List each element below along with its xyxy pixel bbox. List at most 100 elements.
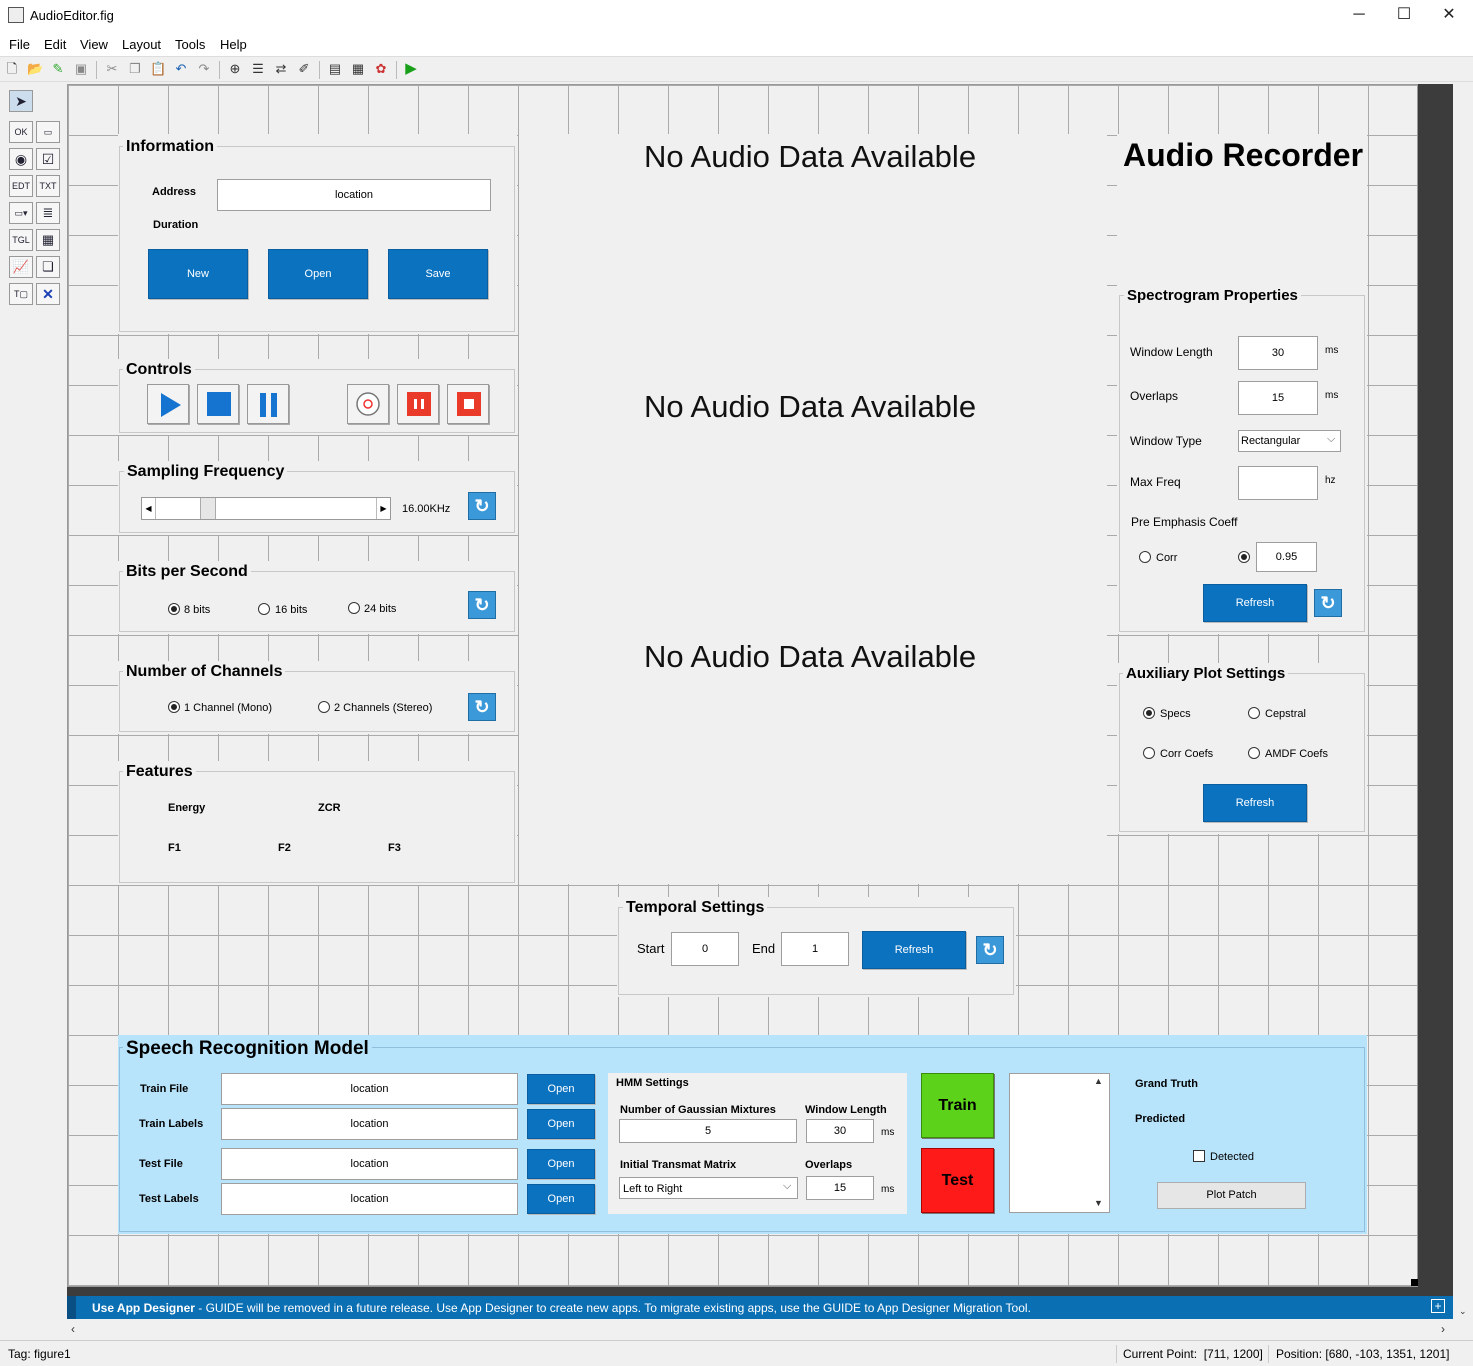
menu-editor-icon[interactable]: ☰ (250, 61, 266, 77)
test-file-field[interactable]: location (221, 1148, 518, 1180)
copy-icon[interactable]: ❐ (127, 61, 143, 77)
train-labels-open-button[interactable]: Open (527, 1109, 595, 1139)
resize-handle[interactable] (1411, 1279, 1418, 1286)
train-file-open-button[interactable]: Open (527, 1074, 595, 1104)
auxiliary-refresh-button[interactable]: Refresh (1203, 784, 1307, 822)
corr-radio[interactable] (1139, 551, 1151, 563)
window-length-field[interactable]: 30 (1238, 336, 1318, 370)
coeff-radio[interactable] (1238, 551, 1250, 563)
scroll-left-arrow-icon[interactable]: ‹ (71, 1322, 75, 1336)
activex-tool-icon[interactable]: ✕ (36, 283, 60, 305)
static-text-tool-icon[interactable]: TXT (36, 175, 60, 197)
slider-tool-icon[interactable]: ▭ (36, 121, 60, 143)
open-folder-icon[interactable]: 📂 (27, 61, 43, 77)
record-button[interactable] (347, 384, 389, 424)
redo-icon[interactable]: ↷ (196, 61, 212, 77)
coeff-field[interactable]: 0.95 (1256, 542, 1317, 572)
banner-bold-text[interactable]: Use App Designer (92, 1301, 195, 1315)
maximize-button[interactable]: ☐ (1381, 0, 1427, 30)
hmm-overlaps-field[interactable]: 15 (806, 1176, 874, 1200)
spectrogram-reset-button[interactable]: ↻ (1314, 589, 1342, 617)
slider-right-arrow-icon[interactable]: ▶ (376, 498, 390, 519)
listbox-tool-icon[interactable]: ≣ (36, 202, 60, 224)
panel-tool-icon[interactable]: ❏ (36, 256, 60, 278)
bits-16-radio[interactable] (258, 603, 270, 615)
new-figure-icon[interactable]: 🗋 (4, 61, 20, 77)
plot-patch-button[interactable]: Plot Patch (1157, 1182, 1306, 1209)
property-inspector-icon[interactable]: ▦ (350, 61, 366, 77)
table-tool-icon[interactable]: ▦ (36, 229, 60, 251)
radio-tool-icon[interactable]: ◉ (9, 148, 33, 170)
slider-left-arrow-icon[interactable]: ◀ (142, 498, 156, 519)
transmat-select[interactable]: Left to Right ⌵ (619, 1177, 798, 1199)
play-button[interactable] (147, 384, 189, 424)
train-button[interactable]: Train (921, 1073, 994, 1138)
overlaps-field[interactable]: 15 (1238, 381, 1318, 415)
menu-edit[interactable]: Edit (44, 37, 66, 52)
channels-refresh-button[interactable]: ↻ (468, 693, 496, 721)
specs-radio[interactable] (1143, 707, 1155, 719)
object-browser-icon[interactable]: ✿ (373, 61, 389, 77)
temporal-reset-button[interactable]: ↻ (976, 936, 1004, 964)
open-button[interactable]: Open (268, 249, 368, 299)
end-field[interactable]: 1 (781, 932, 849, 966)
window-type-select[interactable]: Rectangular ⌵ (1238, 430, 1341, 452)
pushbutton-tool-icon[interactable]: OK (9, 121, 33, 143)
hmm-window-length-field[interactable]: 30 (806, 1119, 874, 1143)
menu-tools[interactable]: Tools (175, 37, 205, 52)
run-icon[interactable]: ▶ (403, 61, 419, 77)
toolbar-editor-icon[interactable]: ✐ (296, 61, 312, 77)
close-button[interactable]: ✕ (1426, 0, 1472, 30)
record-pause-button[interactable] (397, 384, 439, 424)
temporal-refresh-button[interactable]: Refresh (862, 931, 966, 969)
menu-help[interactable]: Help (220, 37, 247, 52)
pause-button[interactable] (247, 384, 289, 424)
save-icon[interactable]: ▣ (73, 61, 89, 77)
menu-layout[interactable]: Layout (122, 37, 161, 52)
stop-button[interactable] (197, 384, 239, 424)
vertical-scrollbar[interactable]: ⌄ (1453, 84, 1473, 1321)
undo-icon[interactable]: ↶ (173, 61, 189, 77)
minimize-button[interactable]: ─ (1336, 0, 1382, 30)
train-file-field[interactable]: location (221, 1073, 518, 1105)
scroll-down-icon[interactable]: ▼ (1094, 1198, 1103, 1208)
edit-text-tool-icon[interactable]: EDT (9, 175, 33, 197)
address-field[interactable]: location (217, 179, 491, 211)
bits-refresh-button[interactable]: ↻ (468, 591, 496, 619)
amdf-radio[interactable] (1248, 747, 1260, 759)
edit-icon[interactable]: ✎ (50, 61, 66, 77)
test-labels-field[interactable]: location (221, 1183, 518, 1215)
align-icon[interactable]: ⊕ (227, 61, 243, 77)
test-file-open-button[interactable]: Open (527, 1149, 595, 1179)
popup-tool-icon[interactable]: ▭▾ (9, 202, 33, 224)
test-button[interactable]: Test (921, 1148, 994, 1213)
tab-order-icon[interactable]: ⇄ (273, 61, 289, 77)
start-field[interactable]: 0 (671, 932, 739, 966)
checkbox-tool-icon[interactable]: ☑ (36, 148, 60, 170)
test-labels-open-button[interactable]: Open (527, 1184, 595, 1214)
gaussian-field[interactable]: 5 (619, 1119, 797, 1143)
results-listbox[interactable]: ▲ ▼ (1009, 1073, 1110, 1213)
bits-8-radio[interactable] (168, 603, 180, 615)
new-button[interactable]: New (148, 249, 248, 299)
cepstral-radio[interactable] (1248, 707, 1260, 719)
sampling-refresh-button[interactable]: ↻ (468, 492, 496, 520)
slider-thumb[interactable] (200, 498, 216, 519)
sampling-slider[interactable]: ◀ ▶ (141, 497, 391, 520)
button-group-tool-icon[interactable]: T▢ (9, 283, 33, 305)
detected-checkbox[interactable] (1193, 1150, 1205, 1162)
paste-icon[interactable]: 📋 (150, 61, 166, 77)
save-button[interactable]: Save (388, 249, 488, 299)
toggle-tool-icon[interactable]: TGL (9, 229, 33, 251)
train-labels-field[interactable]: location (221, 1108, 518, 1140)
menu-view[interactable]: View (80, 37, 108, 52)
record-stop-button[interactable] (447, 384, 489, 424)
scroll-up-icon[interactable]: ▲ (1094, 1076, 1103, 1086)
axes-tool-icon[interactable]: 📈 (9, 256, 33, 278)
mono-radio[interactable] (168, 701, 180, 713)
editor-icon[interactable]: ▤ (327, 61, 343, 77)
bits-24-radio[interactable] (348, 602, 360, 614)
cut-icon[interactable]: ✂ (104, 61, 120, 77)
horizontal-scrollbar[interactable]: ‹ › (67, 1321, 1453, 1337)
scroll-down-arrow-icon[interactable]: ⌄ (1459, 1306, 1467, 1317)
